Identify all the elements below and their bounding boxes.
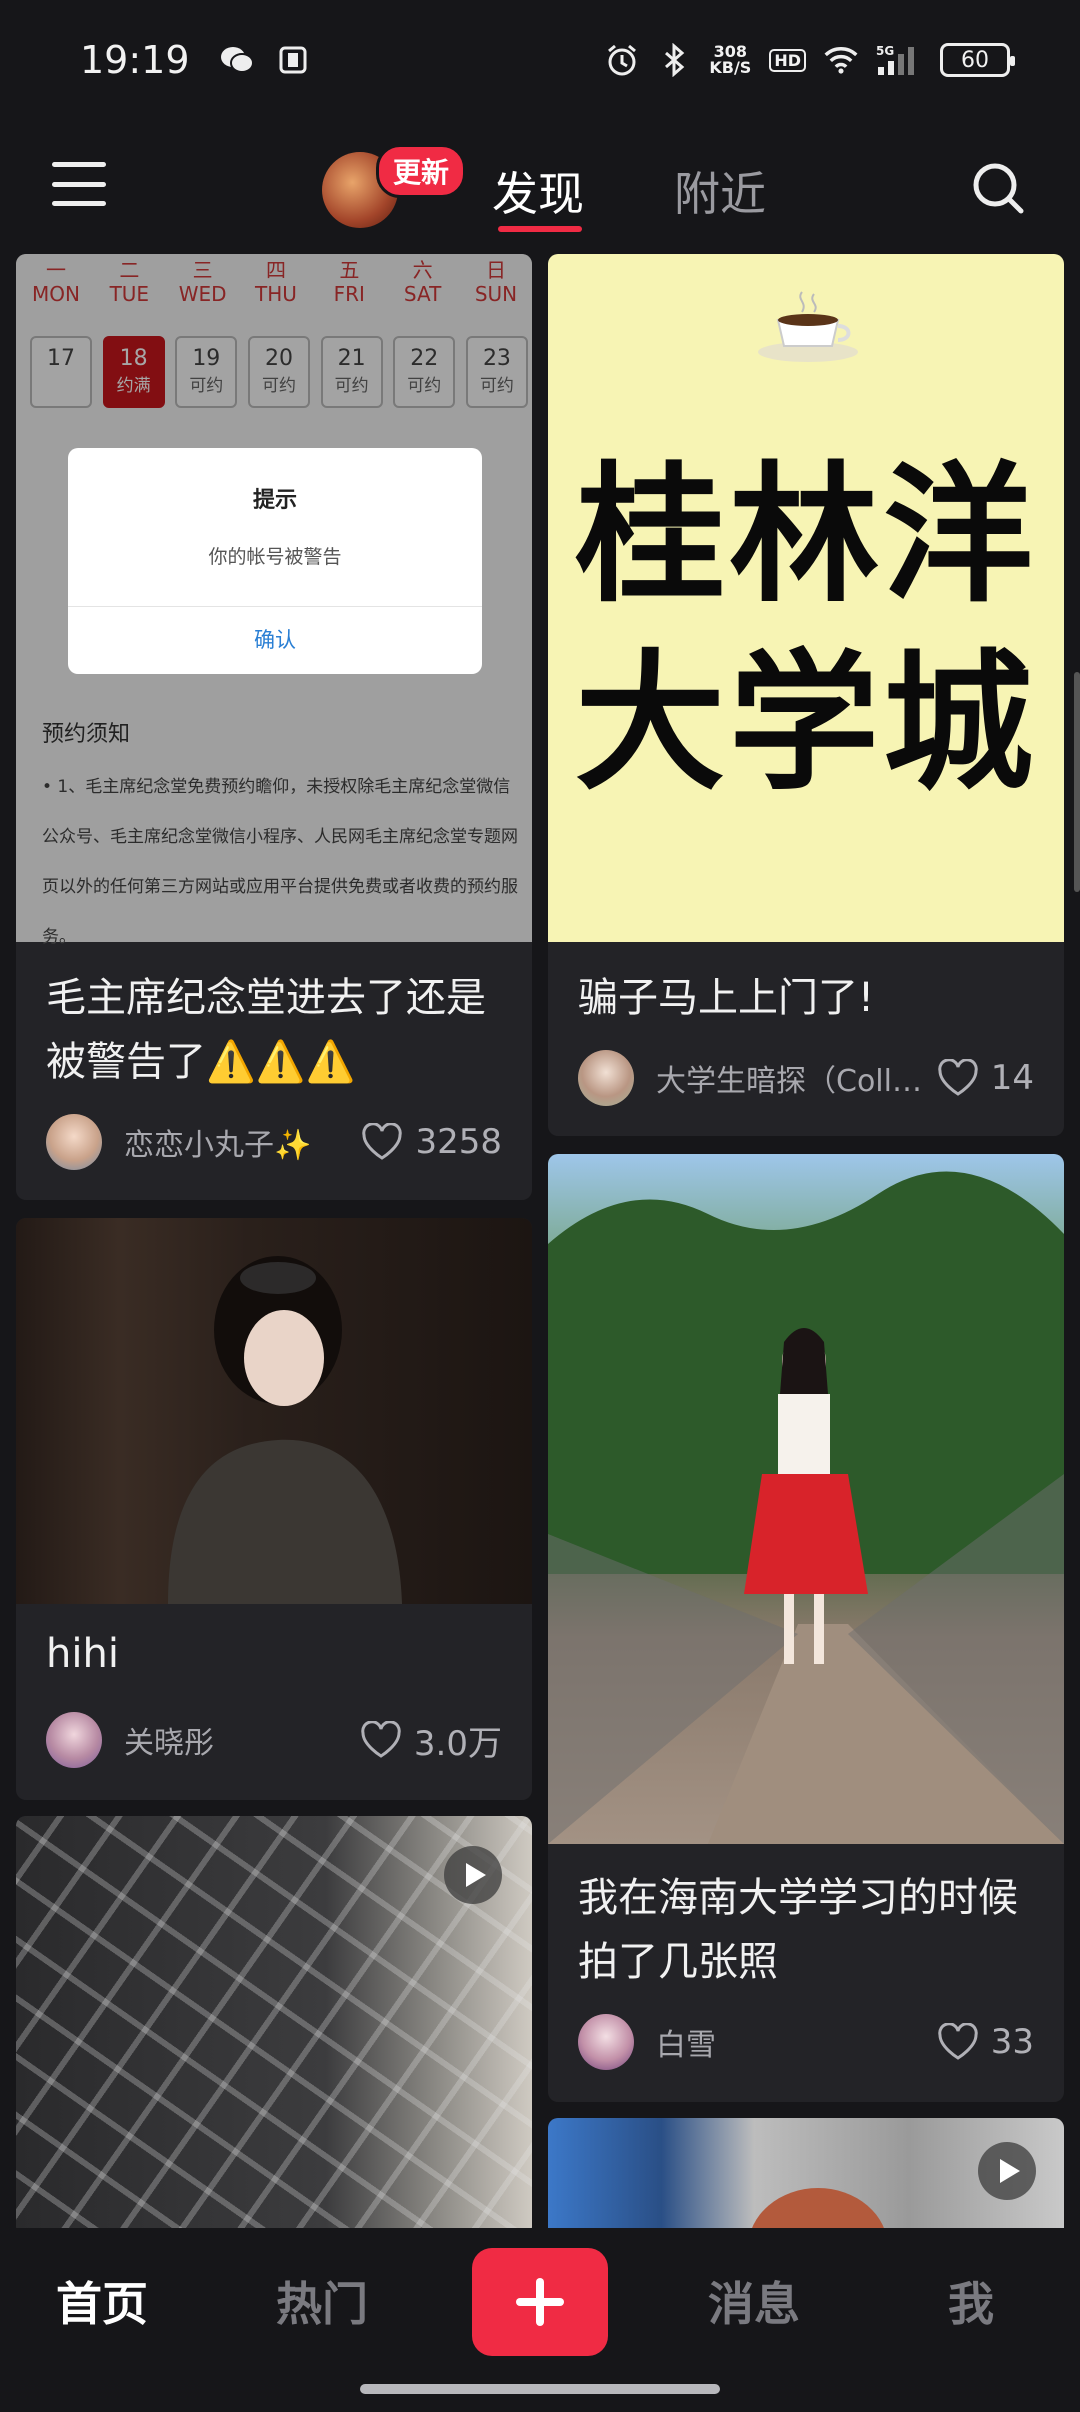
- scrollbar[interactable]: [1074, 672, 1080, 892]
- coffee-cup-icon: [758, 291, 858, 362]
- post-title: hihi: [46, 1631, 119, 1677]
- heart-icon: [938, 1059, 978, 1096]
- bluetooth-icon: [657, 43, 691, 77]
- tab-nearby[interactable]: 附近: [674, 158, 766, 224]
- like-count: 33: [990, 2022, 1034, 2062]
- search-icon[interactable]: [970, 160, 1026, 216]
- alarm-icon: [605, 43, 639, 77]
- nav-hot[interactable]: 热门: [276, 2268, 368, 2334]
- tab-discover[interactable]: 发现: [492, 158, 584, 224]
- heart-icon: [361, 1721, 401, 1758]
- author-avatar[interactable]: [46, 1712, 102, 1768]
- warning-dialog: 提示 你的帐号被警告 确认: [68, 448, 482, 674]
- post-title: 毛主席纪念堂进去了还是被警告了⚠️⚠️⚠️: [46, 975, 486, 1085]
- post-meta: 大学生暗探（Coll… 14: [578, 1050, 1034, 1106]
- top-navigation: 更新 发现 附近: [0, 120, 1080, 252]
- dialog-title: 提示: [252, 488, 297, 513]
- like-button[interactable]: 14: [937, 1058, 1034, 1098]
- author-name[interactable]: 大学生暗探（Coll…: [656, 1056, 922, 1100]
- author-name[interactable]: 恋恋小丸子✨: [124, 1120, 311, 1164]
- author-name[interactable]: 关晓彤: [124, 1718, 214, 1762]
- status-bar: 19:19 308 KB/S HD 5G 60: [0, 0, 1080, 120]
- post-image-bridge: [548, 1154, 1064, 1844]
- poster-line-2: 大学城: [574, 637, 1037, 811]
- like-button[interactable]: 3258: [361, 1122, 502, 1162]
- status-time: 19:19: [80, 38, 190, 82]
- like-count: 3258: [415, 1122, 502, 1162]
- battery-indicator: 60: [940, 43, 1015, 77]
- post-title: 我在海南大学学习的时候拍了几张照: [578, 1875, 1018, 1985]
- app-notification-icon: [276, 43, 310, 77]
- portrait-photo: [168, 1256, 402, 1604]
- like-button[interactable]: 3.0万: [360, 1716, 502, 1765]
- post-meta: 恋恋小丸子✨ 3258: [46, 1114, 502, 1170]
- author-avatar[interactable]: [46, 1114, 102, 1170]
- home-indicator[interactable]: [360, 2384, 720, 2394]
- network-speed: 308 KB/S: [709, 44, 751, 76]
- post-meta: 关晓彤 3.0万: [46, 1712, 502, 1768]
- feed-card-6[interactable]: [548, 2118, 1064, 2238]
- nav-home[interactable]: 首页: [56, 2268, 148, 2334]
- feed-card-5[interactable]: [16, 1816, 532, 2236]
- post-image-portrait: [16, 1218, 532, 1604]
- heart-icon: [938, 2023, 978, 2060]
- post-meta: 白雪 33: [578, 2014, 1034, 2070]
- feed-card-3[interactable]: hihi 关晓彤 3.0万: [16, 1218, 532, 1800]
- nav-me[interactable]: 我: [948, 2268, 994, 2334]
- poster-line-1: 桂林洋: [574, 449, 1037, 623]
- create-post-button[interactable]: [472, 2248, 608, 2356]
- bridge-photo: [548, 1171, 1064, 1844]
- menu-icon[interactable]: [52, 162, 106, 206]
- post-image-poster: 桂林洋 大学城: [548, 254, 1064, 942]
- like-count: 3.0万: [413, 1723, 502, 1764]
- like-button[interactable]: 33: [937, 2022, 1034, 2062]
- heart-icon: [362, 1123, 403, 1160]
- dialog-message: 你的帐号被警告: [208, 546, 342, 568]
- like-count: 14: [990, 1058, 1034, 1098]
- hd-indicator: HD: [769, 48, 806, 72]
- dialog-confirm-label: 确认: [254, 628, 296, 652]
- feed-card-2[interactable]: 桂林洋 大学城 骗子马上上门了! 大学生暗探（Coll… 14: [548, 254, 1064, 1136]
- network-speed-unit: KB/S: [709, 58, 752, 77]
- active-tab-indicator: [498, 226, 582, 232]
- dialog-divider: [68, 606, 482, 607]
- signal-label: 5G: [876, 44, 894, 58]
- author-avatar[interactable]: [578, 1050, 634, 1106]
- nav-messages[interactable]: 消息: [708, 2268, 800, 2334]
- bottom-navigation: 首页 热门 消息 我: [0, 2228, 1080, 2412]
- cellular-signal-icon: 5G: [876, 43, 922, 77]
- author-avatar[interactable]: [578, 2014, 634, 2070]
- author-name[interactable]: 白雪: [656, 2020, 716, 2064]
- update-badge[interactable]: 更新: [376, 144, 467, 198]
- wifi-icon: [824, 43, 858, 77]
- feed-card-1[interactable]: 一 MON 二 TUE 三 WED 四 THU 五 FRI 六 SAT 日 SUN 17 18…: [16, 254, 532, 1200]
- video-play-icon: [978, 2142, 1036, 2200]
- post-image-screenshot: 一 MON 二 TUE 三 WED 四 THU 五 FRI 六 SAT 日 SUN 17 18…: [16, 254, 532, 947]
- wechat-icon: [220, 43, 254, 77]
- feed-card-4[interactable]: 我在海南大学学习的时候拍了几张照 白雪 33: [548, 1154, 1064, 2102]
- post-title: 骗子马上上门了!: [578, 975, 875, 1021]
- video-play-icon: [444, 1846, 502, 1904]
